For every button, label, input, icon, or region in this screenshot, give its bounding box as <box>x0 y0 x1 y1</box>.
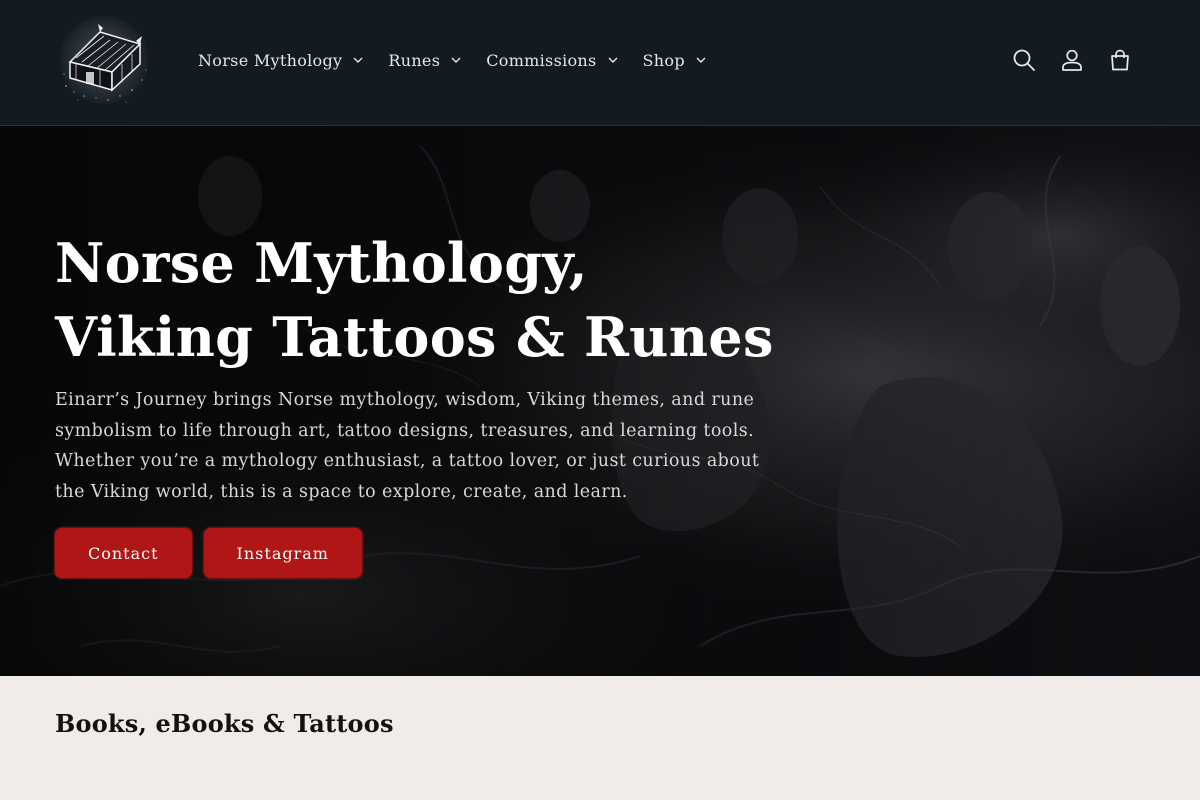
contact-button[interactable]: Contact <box>54 527 193 579</box>
hero-buttons: Contact Instagram <box>54 527 363 579</box>
nav-item-label: Shop <box>642 50 685 70</box>
chevron-down-icon <box>451 57 461 63</box>
chevron-down-icon <box>696 57 706 63</box>
nav-item-runes[interactable]: Runes <box>376 40 474 80</box>
nav-item-label: Commissions <box>486 50 597 70</box>
longhouse-logo-icon <box>60 16 148 104</box>
main-nav: Norse Mythology Runes Commissions Shop <box>186 40 719 80</box>
chevron-down-icon <box>353 57 363 63</box>
nav-item-label: Norse Mythology <box>198 50 343 70</box>
nav-item-commissions[interactable]: Commissions <box>474 40 630 80</box>
chevron-down-icon <box>608 57 618 63</box>
hero-banner: Norse Mythology, Viking Tattoos & Runes … <box>0 126 1200 676</box>
site-header: Norse Mythology Runes Commissions Shop <box>0 0 1200 126</box>
account-button[interactable] <box>1048 36 1096 84</box>
nav-item-shop[interactable]: Shop <box>631 40 719 80</box>
nav-item-norse-mythology[interactable]: Norse Mythology <box>186 40 376 80</box>
search-button[interactable] <box>1000 36 1048 84</box>
books-section: Books, eBooks & Tattoos <box>0 676 1200 800</box>
section-title: Books, eBooks & Tattoos <box>55 709 394 738</box>
instagram-button[interactable]: Instagram <box>202 527 363 579</box>
search-icon <box>1013 49 1035 71</box>
nav-item-label: Runes <box>388 50 441 70</box>
header-icons <box>1000 36 1144 84</box>
hero-title: Norse Mythology, Viking Tattoos & Runes <box>55 231 774 369</box>
cart-button[interactable] <box>1096 36 1144 84</box>
logo[interactable] <box>56 14 152 106</box>
hero-description: Einarr’s Journey brings Norse mythology,… <box>55 390 760 502</box>
cart-icon <box>1111 49 1129 71</box>
account-icon <box>1062 49 1082 71</box>
